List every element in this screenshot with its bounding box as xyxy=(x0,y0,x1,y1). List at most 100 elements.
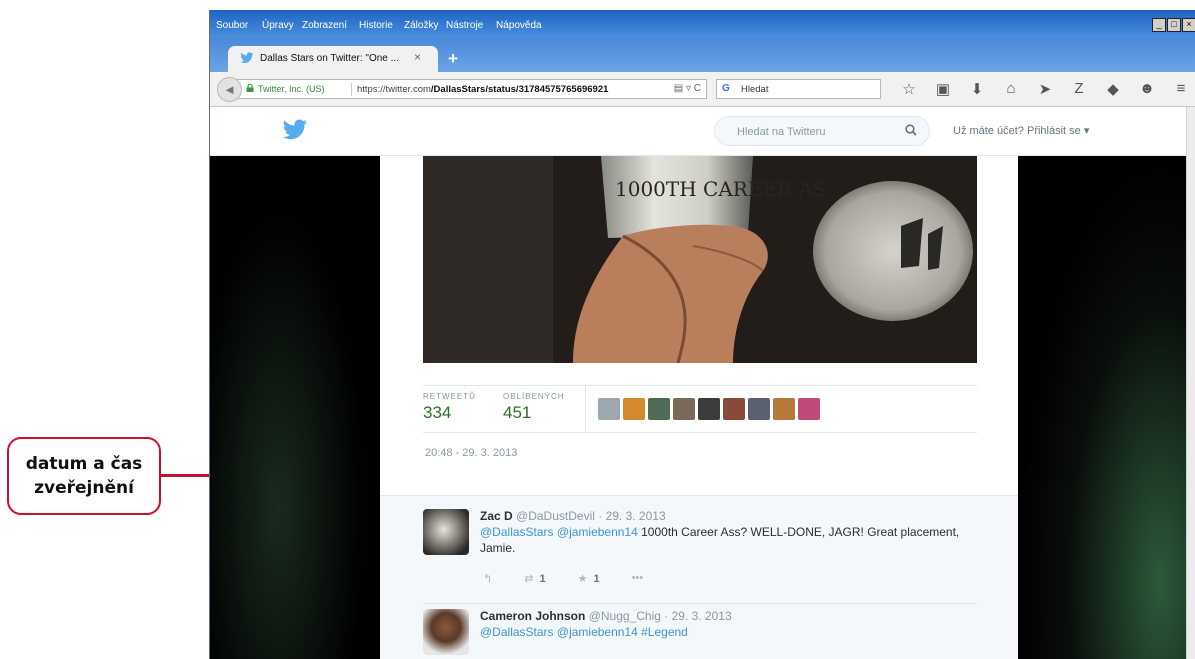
reply-icon[interactable]: ↰ xyxy=(483,572,492,585)
tweet-stats: RETWEETŮ 334 OBLÍBENÝCH 451 xyxy=(423,385,977,433)
addon-icon[interactable]: ◆ xyxy=(1096,80,1130,98)
navigation-bar: Twitter, Inc. (US) https://twitter.com/D… xyxy=(210,72,1195,107)
avatar[interactable] xyxy=(423,509,469,555)
bookmarks-list-icon[interactable]: ▣ xyxy=(926,80,960,98)
favorites-stat[interactable]: OBLÍBENÝCH 451 xyxy=(503,392,565,423)
mention-link[interactable]: @DallasStars xyxy=(480,625,554,639)
url-bar[interactable]: Twitter, Inc. (US) https://twitter.com/D… xyxy=(236,79,707,99)
mention-link[interactable]: @jamiebenn14 xyxy=(557,525,638,539)
reply-text: @DallasStars @jamiebenn14 1000th Career … xyxy=(480,524,960,556)
replies-section: Zac D @DaDustDevil · 29. 3. 2013 @Dallas… xyxy=(380,495,1018,659)
reply-retweet-count: 1 xyxy=(539,573,546,585)
tab-bar: Dallas Stars on Twitter: "One ... × + xyxy=(210,38,1195,72)
bookmark-star-icon[interactable]: ☆ xyxy=(892,80,926,98)
avatar[interactable] xyxy=(798,398,820,420)
window-controls: _ □ × xyxy=(1151,18,1195,32)
tweet-card: 1000TH CAREER AS RETWEETŮ 334 OBLÍBENÝCH… xyxy=(380,156,1018,659)
favorite-star-icon[interactable]: ★ 1 xyxy=(578,572,600,585)
favoriters-avatars xyxy=(598,398,823,420)
site-identity[interactable]: Twitter, Inc. (US) xyxy=(258,84,325,94)
mention-link[interactable]: @DallasStars xyxy=(480,525,554,539)
tweet-photo[interactable]: 1000TH CAREER AS xyxy=(423,156,977,363)
page-scrollbar[interactable] xyxy=(1186,107,1195,659)
browser-window: Soubor Úpravy Zobrazení Historie Záložky… xyxy=(209,10,1195,659)
stats-divider xyxy=(585,386,586,432)
url-path: /DallasStars/status/3178457576569692​1 xyxy=(430,84,609,95)
chat-icon[interactable]: ☻ xyxy=(1130,80,1164,98)
tab-dallas-stars[interactable]: Dallas Stars on Twitter: "One ... × xyxy=(228,46,438,72)
avatar[interactable] xyxy=(698,398,720,420)
close-window-icon[interactable]: × xyxy=(1182,18,1195,32)
favorites-count: 451 xyxy=(503,403,532,422)
menu-historie[interactable]: Historie xyxy=(359,20,393,31)
send-icon[interactable]: ➤ xyxy=(1028,80,1062,98)
reply-item[interactable]: Zac D @DaDustDevil · 29. 3. 2013 @Dallas… xyxy=(423,509,977,604)
twitter-search-input[interactable]: Hledat na Twitteru xyxy=(714,116,930,146)
search-placeholder: Hledat xyxy=(741,84,769,95)
avatar[interactable] xyxy=(773,398,795,420)
mention-link[interactable]: @jamiebenn14 xyxy=(557,625,638,639)
reply-author-meta[interactable]: @DaDustDevil · 29. 3. 2013 xyxy=(516,509,666,523)
url-text[interactable]: https://twitter.com/DallasStars/status/3… xyxy=(357,84,647,95)
reply-item[interactable]: Cameron Johnson @Nugg_Chig · 29. 3. 2013… xyxy=(423,609,977,659)
hashtag-link[interactable]: #Legend xyxy=(638,625,688,639)
callout-line-2: zveřejnění xyxy=(34,478,134,498)
reply-author-meta[interactable]: @Nugg_Chig · 29. 3. 2013 xyxy=(589,609,732,623)
search-icon[interactable] xyxy=(905,124,917,136)
menu-nastroje[interactable]: Nástroje xyxy=(446,20,483,31)
maximize-icon[interactable]: □ xyxy=(1167,18,1181,32)
avatar[interactable] xyxy=(673,398,695,420)
avatar[interactable] xyxy=(598,398,620,420)
twitter-search-placeholder: Hledat na Twitteru xyxy=(737,126,826,138)
avatar[interactable] xyxy=(648,398,670,420)
hamburger-menu-icon[interactable]: ≡ xyxy=(1164,80,1195,98)
retweets-stat[interactable]: RETWEETŮ 334 xyxy=(423,392,476,423)
reply-header: Cameron Johnson @Nugg_Chig · 29. 3. 2013 xyxy=(480,609,732,623)
avatar[interactable] xyxy=(723,398,745,420)
favorites-label: OBLÍBENÝCH xyxy=(503,392,565,401)
new-tab-button[interactable]: + xyxy=(448,49,458,69)
retweets-label: RETWEETŮ xyxy=(423,392,476,401)
avatar[interactable] xyxy=(423,609,469,655)
tweet-timestamp[interactable]: 20:48 - 29. 3. 2013 xyxy=(425,447,517,459)
toolbar-icons: ☆ ▣ ⬇ ⌂ ➤ Z ◆ ☻ ≡ xyxy=(892,80,1195,98)
minimize-icon[interactable]: _ xyxy=(1152,18,1166,32)
menu-zalozky[interactable]: Záložky xyxy=(404,20,438,31)
reply-favorite-count: 1 xyxy=(593,573,600,585)
avatar[interactable] xyxy=(748,398,770,420)
close-tab-icon[interactable]: × xyxy=(414,50,421,64)
menu-upravy[interactable]: Úpravy xyxy=(262,20,294,31)
photo-text: 1000TH CAREER AS xyxy=(615,177,827,201)
reply-header: Zac D @DaDustDevil · 29. 3. 2013 xyxy=(480,509,666,523)
menu-napoveda[interactable]: Nápověda xyxy=(496,20,542,31)
url-bar-icons: ▤ ▿ C xyxy=(674,83,701,94)
back-arrow-icon[interactable]: ◄ xyxy=(217,77,242,102)
twitter-header: Hledat na Twitteru Už máte účet? Přihlás… xyxy=(210,107,1195,156)
twitter-logo-icon[interactable] xyxy=(282,119,308,141)
zotero-icon[interactable]: Z xyxy=(1062,80,1096,98)
menu-bar: Soubor Úpravy Zobrazení Historie Záložky… xyxy=(210,10,1195,38)
reload-icon[interactable]: C xyxy=(694,83,701,94)
url-host: https://twitter.com xyxy=(357,84,431,95)
downloads-icon[interactable]: ⬇ xyxy=(960,80,994,98)
retweet-icon[interactable]: ⇄ 1 xyxy=(524,572,545,585)
search-bar[interactable]: G Hledat xyxy=(716,79,881,99)
dropdown-arrow-icon[interactable]: ▿ xyxy=(686,83,691,94)
tab-title: Dallas Stars on Twitter: "One ... xyxy=(260,53,399,64)
background-left xyxy=(210,156,380,659)
background-right xyxy=(1018,156,1195,659)
reader-icon[interactable]: ▤ xyxy=(674,83,683,94)
more-icon[interactable]: ••• xyxy=(632,572,644,585)
url-separator xyxy=(351,83,352,96)
avatar[interactable] xyxy=(623,398,645,420)
search-engine-icon[interactable]: G xyxy=(722,83,730,94)
reply-author-name[interactable]: Zac D xyxy=(480,509,513,523)
login-link[interactable]: Už máte účet? Přihlásit se ▾ xyxy=(953,124,1089,137)
lock-icon xyxy=(246,84,254,92)
menu-soubor[interactable]: Soubor xyxy=(216,20,248,31)
twitter-bird-icon xyxy=(240,52,254,63)
reply-author-name[interactable]: Cameron Johnson xyxy=(480,609,585,623)
menu-zobrazeni[interactable]: Zobrazení xyxy=(302,20,347,31)
annotation-callout: datum a čas zveřejnění xyxy=(7,437,161,515)
home-icon[interactable]: ⌂ xyxy=(994,80,1028,98)
